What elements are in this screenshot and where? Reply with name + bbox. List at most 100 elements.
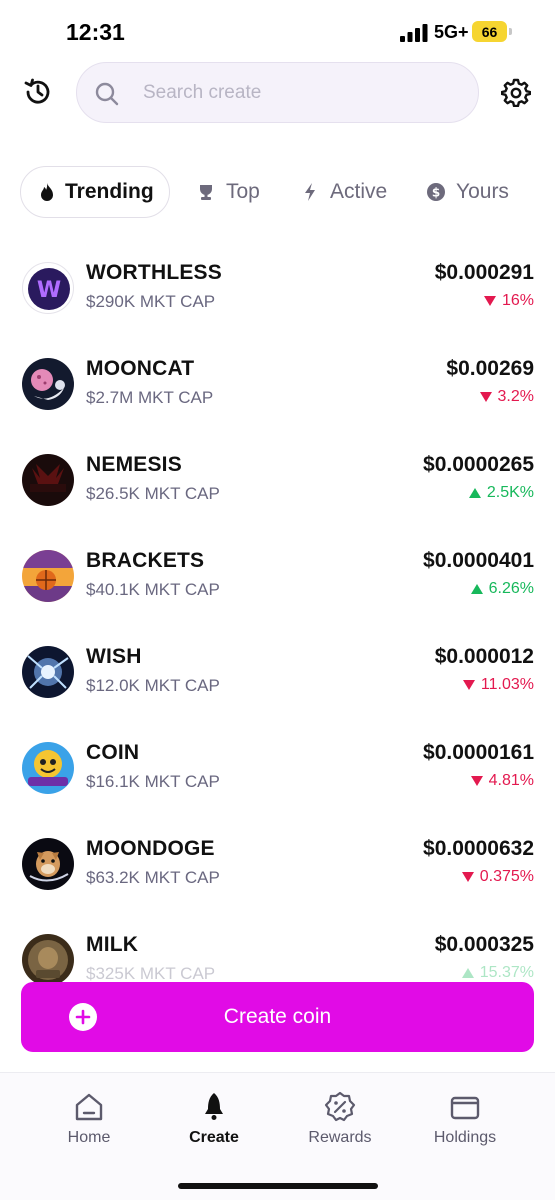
coin-price: $0.0000161: [423, 741, 534, 764]
battery-level: 66: [472, 21, 507, 42]
percent-badge-icon: [324, 1091, 356, 1122]
coin-market-cap: $26.5K MKT CAP: [86, 484, 220, 503]
create-coin-button[interactable]: Create coin: [21, 982, 534, 1052]
coin-avatar: [22, 934, 74, 986]
battery-icon: 66: [472, 21, 512, 42]
coin-change: 6.26%: [470, 580, 534, 598]
history-icon: [24, 78, 50, 104]
coin-price: $0.000012: [434, 645, 534, 668]
coin-price: $0.0000401: [423, 549, 534, 572]
home-icon: [75, 1093, 103, 1121]
coin-row-worthless[interactable]: W WORTHLESS $290K MKT CAP $0.000291 16%: [0, 240, 555, 336]
tab-active[interactable]: Active: [300, 166, 387, 218]
coin-name: MOONDOGE: [86, 837, 215, 860]
tab-label: Trending: [65, 180, 154, 203]
coin-avatar: [22, 742, 74, 794]
coin-change: 16%: [483, 292, 534, 310]
up-arrow-icon: [461, 968, 474, 978]
wallet-icon: [450, 1096, 480, 1120]
home-indicator: [178, 1183, 378, 1189]
coin-change: 2.5K%: [468, 484, 534, 502]
search-input[interactable]: [143, 75, 463, 111]
trophy-icon: [196, 182, 216, 202]
bottom-nav: Home Create Rewards Holdings: [0, 1072, 555, 1200]
coin-price: $0.0000265: [423, 453, 534, 476]
coin-name: MOONCAT: [86, 357, 195, 380]
coin-row-moondoge[interactable]: MOONDOGE $63.2K MKT CAP $0.0000632 0.375…: [0, 816, 555, 912]
tab-trending[interactable]: Trending: [20, 166, 170, 218]
coin-avatar: W: [22, 262, 74, 314]
coin-price: $0.00269: [446, 357, 534, 380]
coin-change: 0.375%: [461, 868, 534, 886]
tab-top[interactable]: Top: [196, 166, 260, 218]
svg-text:W: W: [37, 278, 61, 303]
create-coin-label: Create coin: [223, 1005, 332, 1028]
nav-rewards-label: Rewards: [308, 1129, 372, 1146]
history-button[interactable]: [20, 74, 56, 110]
tab-yours[interactable]: $ Yours: [426, 166, 509, 218]
search-bar[interactable]: [76, 62, 479, 123]
coins-icon: $: [426, 182, 446, 202]
down-arrow-icon: [479, 392, 492, 402]
coin-avatar: [22, 838, 74, 890]
coin-row-nemesis[interactable]: NEMESIS $26.5K MKT CAP $0.0000265 2.5K%: [0, 432, 555, 528]
nav-holdings[interactable]: Holdings: [410, 1091, 520, 1147]
nav-create[interactable]: Create: [159, 1091, 269, 1147]
signal-icon: [400, 24, 428, 42]
coin-avatar: [22, 358, 74, 410]
coin-price: $0.000291: [434, 261, 534, 284]
coin-market-cap: $325K MKT CAP: [86, 964, 216, 983]
coin-name: NEMESIS: [86, 453, 182, 476]
coin-market-cap: $63.2K MKT CAP: [86, 868, 220, 887]
filter-tabs: Trending Top Active $ Yours: [20, 166, 555, 218]
down-arrow-icon: [483, 296, 496, 306]
up-arrow-icon: [470, 584, 483, 594]
tab-label: Yours: [456, 180, 509, 203]
coin-name: WORTHLESS: [86, 261, 222, 284]
coin-name: WISH: [86, 645, 142, 668]
coin-market-cap: $40.1K MKT CAP: [86, 580, 220, 599]
coin-market-cap: $12.0K MKT CAP: [86, 676, 220, 695]
down-arrow-icon: [462, 680, 475, 690]
settings-button[interactable]: [498, 74, 534, 110]
nav-home-label: Home: [67, 1129, 111, 1146]
coin-name: COIN: [86, 741, 140, 764]
coin-change: 3.2%: [479, 388, 534, 406]
status-time: 12:31: [66, 19, 125, 45]
status-bar: 12:31 5G+ 66: [0, 0, 555, 60]
up-arrow-icon: [468, 488, 481, 498]
coin-market-cap: $290K MKT CAP: [86, 292, 216, 311]
plus-icon: [69, 1003, 97, 1031]
coin-row-brackets[interactable]: BRACKETS $40.1K MKT CAP $0.0000401 6.26%: [0, 528, 555, 624]
down-arrow-icon: [470, 776, 483, 786]
coin-market-cap: $2.7M MKT CAP: [86, 388, 214, 407]
nav-create-label: Create: [189, 1129, 239, 1146]
tab-label: Top: [226, 180, 260, 203]
coin-change: 15.37%: [461, 964, 534, 982]
coin-name: BRACKETS: [86, 549, 205, 572]
tab-label: Active: [330, 180, 388, 203]
coin-name: MILK: [86, 933, 139, 956]
nav-holdings-label: Holdings: [433, 1129, 497, 1146]
gear-icon: [501, 78, 531, 107]
coin-avatar: [22, 550, 74, 602]
coin-row-wish[interactable]: WISH $12.0K MKT CAP $0.000012 11.03%: [0, 624, 555, 720]
search-icon: [95, 82, 119, 106]
coin-market-cap: $16.1K MKT CAP: [86, 772, 220, 791]
rocket-icon: [205, 1093, 223, 1120]
coin-avatar: [22, 454, 74, 506]
coin-price: $0.000325: [434, 933, 534, 956]
nav-home[interactable]: Home: [34, 1091, 144, 1147]
svg-text:$: $: [432, 186, 440, 200]
nav-rewards[interactable]: Rewards: [285, 1091, 395, 1147]
coin-change: 4.81%: [470, 772, 534, 790]
network-label: 5G+: [434, 22, 469, 42]
coin-change: 11.03%: [462, 676, 534, 694]
down-arrow-icon: [461, 872, 474, 882]
flame-icon: [39, 182, 55, 202]
coin-avatar: [22, 646, 74, 698]
lightning-icon: [300, 182, 320, 202]
coin-row-coin[interactable]: COIN $16.1K MKT CAP $0.0000161 4.81%: [0, 720, 555, 816]
coin-price: $0.0000632: [423, 837, 534, 860]
coin-row-mooncat[interactable]: MOONCAT $2.7M MKT CAP $0.00269 3.2%: [0, 336, 555, 432]
